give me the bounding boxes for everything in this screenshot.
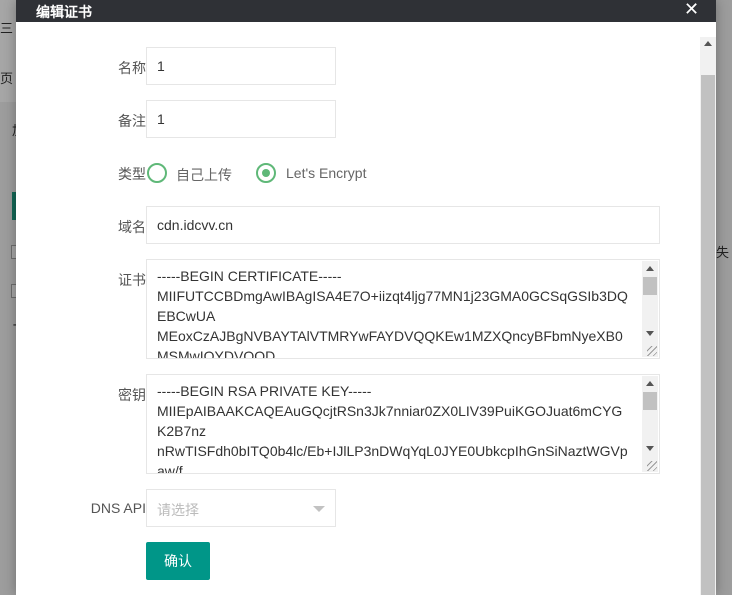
- key-text: -----BEGIN RSA PRIVATE KEY----- MIIEpAIB…: [157, 383, 628, 474]
- scroll-up-icon[interactable]: [646, 381, 654, 386]
- modal-title: 编辑证书: [36, 5, 92, 21]
- scroll-down-icon[interactable]: [646, 331, 654, 336]
- certificate-textarea[interactable]: -----BEGIN CERTIFICATE----- MIIFUTCCBDmg…: [146, 259, 660, 359]
- radio-lets-encrypt[interactable]: [256, 163, 276, 183]
- radio-self-upload[interactable]: [147, 163, 167, 183]
- domain-label: 域名: [118, 219, 146, 235]
- domain-input[interactable]: cdn.idcvv.cn: [146, 206, 660, 244]
- resize-grip-icon[interactable]: [647, 346, 657, 356]
- radio-lets-encrypt-label[interactable]: Let's Encrypt: [286, 165, 367, 181]
- scroll-up-icon[interactable]: [646, 266, 654, 271]
- chevron-down-icon: [313, 506, 325, 512]
- scroll-thumb[interactable]: [701, 75, 715, 595]
- modal-body: 名称 1 备注 1 类型 自己上传 Let's Encrypt 域名 cdn.i…: [16, 22, 700, 595]
- modal-header: 编辑证书 ✕: [16, 0, 716, 22]
- modal-scrollbar[interactable]: [700, 37, 716, 595]
- scroll-thumb[interactable]: [643, 392, 657, 410]
- name-input[interactable]: 1: [146, 47, 336, 85]
- name-label: 名称: [118, 60, 146, 76]
- scroll-up-icon[interactable]: [704, 41, 712, 46]
- close-icon[interactable]: ✕: [684, 0, 699, 21]
- confirm-button[interactable]: 确认: [146, 542, 210, 580]
- key-scrollbar[interactable]: [642, 376, 658, 472]
- radio-self-upload-label[interactable]: 自己上传: [176, 165, 232, 185]
- resize-grip-icon[interactable]: [647, 461, 657, 471]
- key-textarea[interactable]: -----BEGIN RSA PRIVATE KEY----- MIIEpAIB…: [146, 374, 660, 474]
- type-label: 类型: [118, 166, 146, 182]
- dnsapi-select[interactable]: 请选择: [146, 489, 336, 527]
- dnsapi-placeholder: 请选择: [157, 502, 199, 518]
- certificate-scrollbar[interactable]: [642, 261, 658, 357]
- scroll-down-icon[interactable]: [646, 446, 654, 451]
- scroll-thumb[interactable]: [643, 277, 657, 295]
- dnsapi-label: DNS API: [90, 500, 146, 516]
- edit-certificate-modal: 编辑证书 ✕ 名称 1 备注 1 类型 自己上传 Let's Encrypt 域…: [16, 0, 716, 595]
- certificate-text: -----BEGIN CERTIFICATE----- MIIFUTCCBDmg…: [157, 268, 628, 359]
- remark-input[interactable]: 1: [146, 100, 336, 138]
- key-label: 密钥: [118, 387, 146, 403]
- remark-label: 备注: [118, 113, 146, 129]
- certificate-label: 证书: [118, 272, 146, 288]
